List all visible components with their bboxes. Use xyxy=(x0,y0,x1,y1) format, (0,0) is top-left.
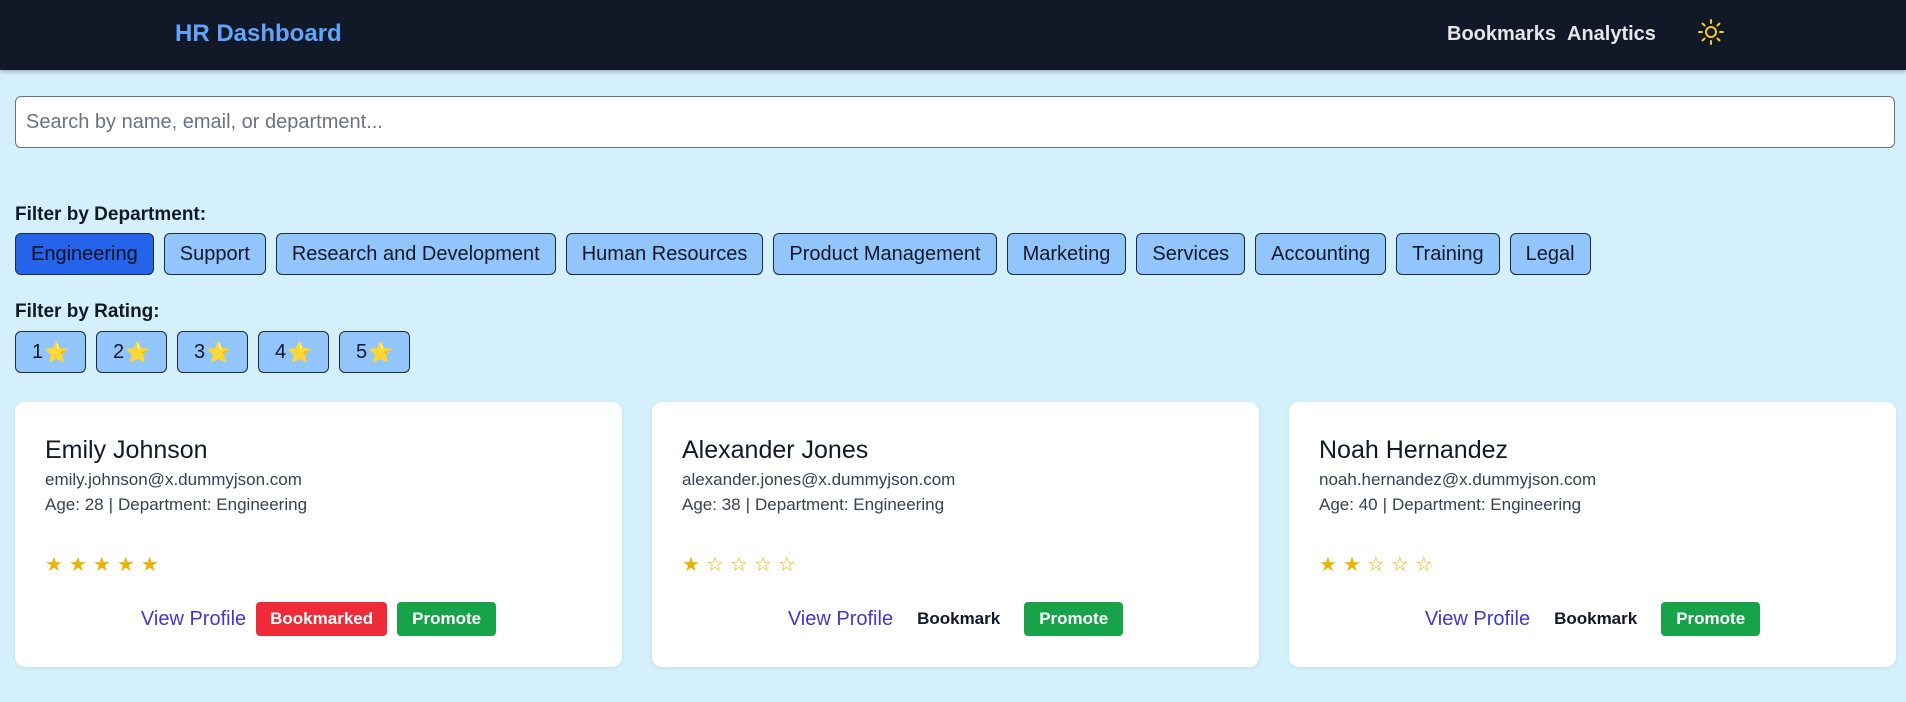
employee-card: Emily Johnson emily.johnson@x.dummyjson.c… xyxy=(15,402,622,667)
promote-button[interactable]: Promote xyxy=(1661,602,1761,636)
rating-filter-value: 4 xyxy=(275,340,287,363)
promote-button[interactable]: Promote xyxy=(397,602,497,636)
navbar: HR Dashboard Bookmarks Analytics xyxy=(0,0,1906,70)
star-empty-icon: ☆ xyxy=(777,554,796,576)
brand-title[interactable]: HR Dashboard xyxy=(175,20,342,48)
card-actions: View Profile Bookmark Promote xyxy=(1289,602,1896,636)
star-filled-icon: ★ xyxy=(68,554,87,576)
view-profile-button[interactable]: View Profile xyxy=(788,608,893,631)
employee-age: Age: 40 xyxy=(1319,495,1378,514)
department-filter-services[interactable]: Services xyxy=(1136,233,1246,275)
theme-toggle-button[interactable] xyxy=(1697,18,1725,46)
meta-separator: | xyxy=(108,495,114,514)
rating-filter-5[interactable]: 5 ⭐ xyxy=(339,331,410,373)
employee-email: noah.hernandez@x.dummyjson.com xyxy=(1319,470,1597,489)
employee-rating: ★ ★ ☆ ☆ ☆ xyxy=(1319,552,1433,577)
star-empty-icon: ☆ xyxy=(1366,554,1385,576)
star-filled-icon: ★ xyxy=(1319,554,1337,576)
star-filled-icon: ★ xyxy=(92,554,111,576)
card-actions: View Profile Bookmarked Promote xyxy=(15,602,622,636)
department-filter-support[interactable]: Support xyxy=(163,233,266,275)
star-empty-icon: ☆ xyxy=(1414,554,1433,576)
department-filter-legal[interactable]: Legal xyxy=(1509,233,1591,275)
employee-name: Emily Johnson xyxy=(45,436,208,464)
star-icon: ⭐ xyxy=(368,341,394,364)
rating-filter-row: 1 ⭐ 2 ⭐ 3 ⭐ 4 ⭐ 5 ⭐ xyxy=(15,331,410,373)
employee-meta: Age: 28 | Department: Engineering xyxy=(45,495,307,515)
star-icon: ⭐ xyxy=(44,341,70,364)
department-filter-training[interactable]: Training xyxy=(1396,233,1500,275)
rating-filter-2[interactable]: 2 ⭐ xyxy=(96,331,167,373)
employee-meta: Age: 40 | Department: Engineering xyxy=(1319,495,1581,515)
department-filter-engineering[interactable]: Engineering xyxy=(15,233,154,275)
nav-analytics-link[interactable]: Analytics xyxy=(1567,23,1656,46)
star-filled-icon: ★ xyxy=(45,554,63,576)
star-filled-icon: ★ xyxy=(116,554,135,576)
meta-separator: | xyxy=(745,495,751,514)
department-filter-human-resources[interactable]: Human Resources xyxy=(565,233,764,275)
employee-name: Noah Hernandez xyxy=(1319,436,1509,464)
bookmark-button[interactable]: Bookmark xyxy=(1540,602,1651,636)
employee-department: Department: Engineering xyxy=(118,495,308,514)
employee-age: Age: 28 xyxy=(45,495,104,514)
department-filter-research-and-development[interactable]: Research and Development xyxy=(275,233,556,275)
star-empty-icon: ☆ xyxy=(753,554,772,576)
star-icon: ⭐ xyxy=(206,341,232,364)
employee-rating: ★ ☆ ☆ ☆ ☆ xyxy=(682,552,796,577)
rating-filter-4[interactable]: 4 ⭐ xyxy=(258,331,329,373)
employee-card: Alexander Jones alexander.jones@x.dummyjs… xyxy=(652,402,1259,667)
star-icon: ⭐ xyxy=(287,341,313,364)
view-profile-button[interactable]: View Profile xyxy=(141,608,246,631)
employee-department: Department: Engineering xyxy=(755,495,945,514)
rating-filter-value: 2 xyxy=(113,340,125,363)
star-empty-icon: ☆ xyxy=(1390,554,1409,576)
bookmark-button[interactable]: Bookmarked xyxy=(256,602,388,636)
rating-filter-value: 3 xyxy=(194,340,206,363)
rating-filter-3[interactable]: 3 ⭐ xyxy=(177,331,248,373)
department-filter-marketing[interactable]: Marketing xyxy=(1006,233,1127,275)
rating-filter-value: 1 xyxy=(32,340,44,363)
nav-bookmarks-link[interactable]: Bookmarks xyxy=(1447,23,1556,46)
employee-card-list: Emily Johnson emily.johnson@x.dummyjson.c… xyxy=(15,402,1896,667)
bookmark-button[interactable]: Bookmark xyxy=(903,602,1014,636)
star-filled-icon: ★ xyxy=(1342,554,1361,576)
star-filled-icon: ★ xyxy=(140,554,159,576)
search-input[interactable] xyxy=(15,96,1895,148)
rating-filter-value: 5 xyxy=(356,340,368,363)
department-filter-accounting[interactable]: Accounting xyxy=(1255,233,1387,275)
rating-filter-1[interactable]: 1 ⭐ xyxy=(15,331,86,373)
view-profile-button[interactable]: View Profile xyxy=(1425,608,1530,631)
star-icon: ⭐ xyxy=(125,341,151,364)
department-filter-product-management[interactable]: Product Management xyxy=(773,233,997,275)
employee-card: Noah Hernandez noah.hernandez@x.dummyjson… xyxy=(1289,402,1896,667)
employee-age: Age: 38 xyxy=(682,495,741,514)
employee-department: Department: Engineering xyxy=(1392,495,1582,514)
department-filter-label: Filter by Department: xyxy=(15,204,207,225)
star-empty-icon: ☆ xyxy=(705,554,724,576)
meta-separator: | xyxy=(1382,495,1388,514)
card-actions: View Profile Bookmark Promote xyxy=(652,602,1259,636)
department-filter-row: Engineering Support Research and Developme… xyxy=(15,233,1591,275)
employee-meta: Age: 38 | Department: Engineering xyxy=(682,495,944,515)
employee-name: Alexander Jones xyxy=(682,436,869,464)
rating-filter-label: Filter by Rating: xyxy=(15,301,160,322)
star-filled-icon: ★ xyxy=(682,554,700,576)
promote-button[interactable]: Promote xyxy=(1024,602,1124,636)
employee-rating: ★ ★ ★ ★ ★ xyxy=(45,552,159,577)
star-empty-icon: ☆ xyxy=(729,554,748,576)
employee-email: alexander.jones@x.dummyjson.com xyxy=(682,470,956,489)
employee-email: emily.johnson@x.dummyjson.com xyxy=(45,470,302,489)
sun-icon xyxy=(1698,19,1724,45)
